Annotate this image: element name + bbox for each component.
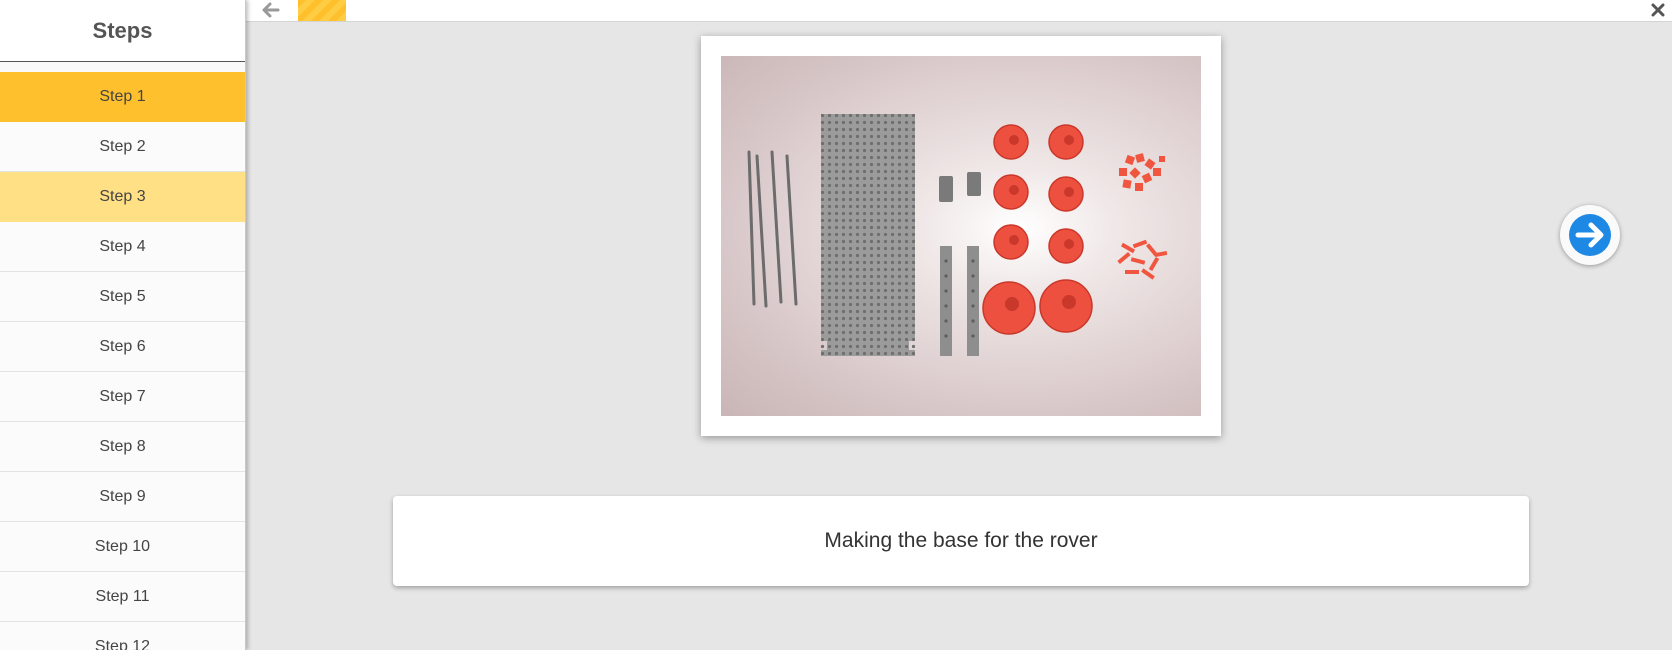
sidebar-title: Steps xyxy=(0,0,245,62)
step-item[interactable]: Step 10 xyxy=(0,522,245,572)
back-button[interactable] xyxy=(260,0,282,20)
close-icon xyxy=(1651,3,1665,17)
step-item[interactable]: Step 12 xyxy=(0,622,245,650)
step-item[interactable]: Step 6 xyxy=(0,322,245,372)
step-item[interactable]: Step 2 xyxy=(0,122,245,172)
step-item[interactable]: Step 8 xyxy=(0,422,245,472)
step-photo-frame xyxy=(701,36,1221,436)
next-step-button[interactable] xyxy=(1560,205,1620,265)
arrow-left-icon xyxy=(262,2,280,18)
step-caption-box: Making the base for the rover xyxy=(393,496,1529,586)
top-bar xyxy=(246,0,1672,22)
step-item[interactable]: Step 1 xyxy=(0,72,245,122)
step-item[interactable]: Step 11 xyxy=(0,572,245,622)
step-item[interactable]: Step 7 xyxy=(0,372,245,422)
step-photo xyxy=(721,56,1201,416)
arrow-right-circle-icon xyxy=(1569,214,1611,256)
step-item[interactable]: Step 4 xyxy=(0,222,245,272)
step-item[interactable]: Step 9 xyxy=(0,472,245,522)
steps-list: Step 1 Step 2 Step 3 Step 4 Step 5 Step … xyxy=(0,72,245,650)
step-item[interactable]: Step 3 xyxy=(0,172,245,222)
progress-indicator xyxy=(298,0,346,21)
step-item[interactable]: Step 5 xyxy=(0,272,245,322)
steps-sidebar: Steps Step 1 Step 2 Step 3 Step 4 Step 5… xyxy=(0,0,246,650)
step-caption: Making the base for the rover xyxy=(824,529,1098,552)
close-button[interactable] xyxy=(1650,2,1666,18)
rover-parts-image xyxy=(747,114,1168,356)
